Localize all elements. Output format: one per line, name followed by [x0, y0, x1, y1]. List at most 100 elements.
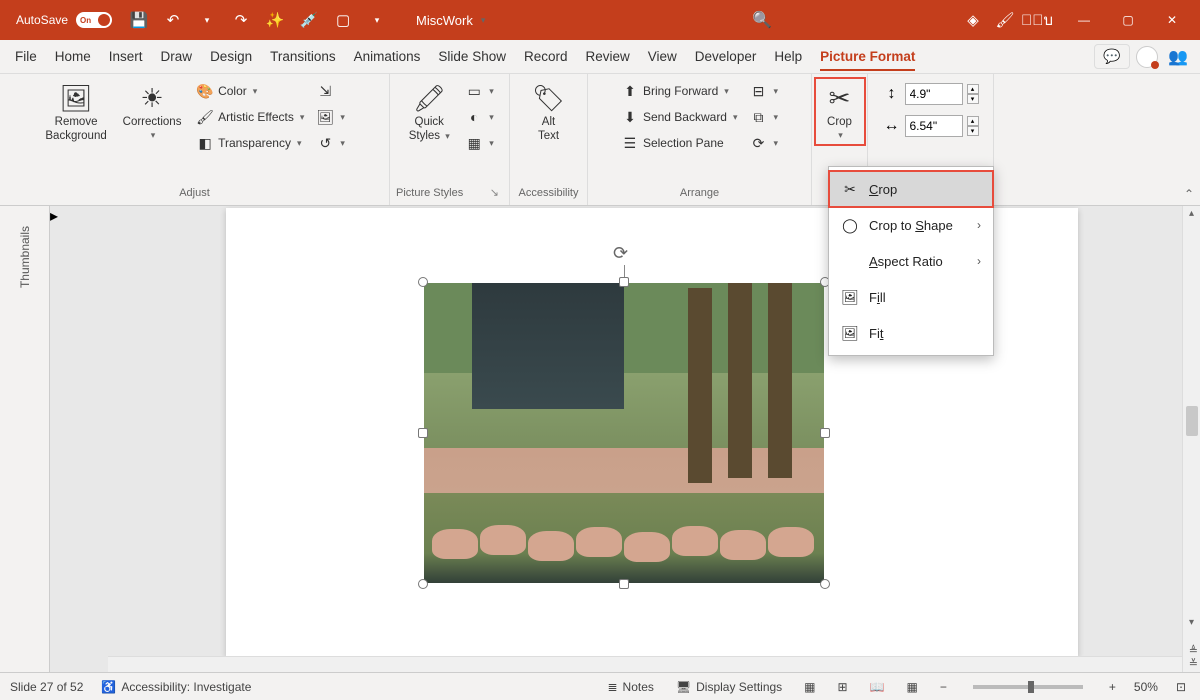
undo-icon[interactable]: ↶: [158, 5, 188, 35]
tab-picture-format[interactable]: Picture Format: [811, 40, 924, 73]
eyedropper-icon[interactable]: 💉: [294, 5, 324, 35]
save-icon[interactable]: 💾: [124, 5, 154, 35]
crop-button[interactable]: ✂ Crop ▾: [815, 78, 865, 145]
artistic-effects-button[interactable]: 🖌Artistic Effects▾: [192, 104, 308, 130]
crop-menu-fill[interactable]: 🖼 Fill: [829, 279, 993, 315]
notes-button[interactable]: ≣Notes: [603, 680, 657, 694]
account-avatar[interactable]: [1136, 46, 1158, 68]
width-down[interactable]: ▾: [967, 126, 979, 136]
view-normal-button[interactable]: ▦: [800, 680, 819, 694]
window-mode-icon[interactable]: �ับ: [1022, 5, 1052, 35]
tab-insert[interactable]: Insert: [100, 40, 152, 73]
tab-draw[interactable]: Draw: [152, 40, 202, 73]
bring-forward-button[interactable]: ⬆Bring Forward▾: [617, 78, 742, 104]
scrollbar-thumb[interactable]: [1186, 406, 1198, 436]
group-button[interactable]: ⧉▾: [746, 104, 783, 130]
tab-review[interactable]: Review: [577, 40, 639, 73]
autosave-toggle[interactable]: On: [76, 12, 112, 28]
tab-record[interactable]: Record: [515, 40, 577, 73]
tab-view[interactable]: View: [639, 40, 686, 73]
width-input[interactable]: [905, 115, 963, 137]
handle-nw[interactable]: [418, 277, 428, 287]
handle-n[interactable]: [619, 277, 629, 287]
handle-w[interactable]: [418, 428, 428, 438]
zoom-slider-knob[interactable]: [1028, 681, 1034, 693]
close-button[interactable]: ✕: [1150, 0, 1194, 40]
crop-menu-aspect[interactable]: Aspect Ratio ›: [829, 243, 993, 279]
rotate-button[interactable]: ⟳▾: [746, 130, 783, 156]
picture-effects-button[interactable]: ◐▾: [461, 104, 498, 130]
vertical-scrollbar[interactable]: ▴ ▾ ≜ ≚: [1182, 206, 1200, 672]
qat-overflow-icon[interactable]: ▾: [362, 5, 392, 35]
document-title[interactable]: MiscWork ▾: [416, 13, 485, 28]
fit-to-window-button[interactable]: ⊡: [1172, 680, 1190, 694]
corrections-button[interactable]: ☀ Corrections ▾: [116, 78, 188, 145]
selected-picture[interactable]: ⟳: [424, 283, 824, 583]
handle-e[interactable]: [820, 428, 830, 438]
zoom-out-button[interactable]: −: [936, 680, 951, 694]
tab-transitions[interactable]: Transitions: [261, 40, 345, 73]
view-reading-button[interactable]: 📖: [866, 680, 889, 694]
share-button[interactable]: 👥: [1162, 40, 1194, 73]
view-sorter-button[interactable]: ⊞: [834, 680, 852, 694]
selection-pane-button[interactable]: ☰Selection Pane: [617, 130, 742, 156]
styles-dialog-launcher[interactable]: ↘: [486, 186, 503, 203]
crop-menu-fit[interactable]: 🖼 Fit: [829, 315, 993, 351]
color-button[interactable]: 🎨Color▾: [192, 78, 308, 104]
tab-home[interactable]: Home: [46, 40, 100, 73]
designer-icon[interactable]: 🖌: [990, 5, 1020, 35]
reset-picture-button[interactable]: ↺▾: [312, 130, 349, 156]
rotation-handle[interactable]: ⟳: [613, 243, 635, 265]
quick-styles-button[interactable]: 🖍 Quick Styles ▾: [401, 78, 457, 146]
height-down[interactable]: ▾: [967, 94, 979, 104]
present-icon[interactable]: ▢: [328, 5, 358, 35]
tab-help[interactable]: Help: [765, 40, 811, 73]
transparency-button[interactable]: ◧Transparency▾: [192, 130, 308, 156]
scroll-up-icon[interactable]: ▴: [1183, 208, 1200, 219]
next-slide-button[interactable]: ≚: [1189, 657, 1198, 670]
thumbnails-pane[interactable]: Thumbnails: [0, 206, 50, 672]
handle-se[interactable]: [820, 579, 830, 589]
tab-animations[interactable]: Animations: [345, 40, 430, 73]
compress-pictures-button[interactable]: ⇲: [312, 78, 349, 104]
prev-slide-button[interactable]: ≜: [1189, 644, 1198, 657]
touch-mode-icon[interactable]: ✨: [260, 5, 290, 35]
picture-layout-button[interactable]: ▦▾: [461, 130, 498, 156]
align-button[interactable]: ⊟▾: [746, 78, 783, 104]
height-spinners: ▴▾: [967, 84, 979, 104]
thumbnails-expand-icon[interactable]: ▸: [50, 206, 58, 672]
view-slideshow-button[interactable]: ▦: [903, 680, 922, 694]
scroll-down-icon[interactable]: ▾: [1183, 617, 1200, 628]
crop-menu-shape[interactable]: ◯ Crop to Shape ›: [829, 207, 993, 243]
zoom-slider[interactable]: [973, 685, 1083, 689]
tab-file[interactable]: File: [6, 40, 46, 73]
minimize-button[interactable]: —: [1062, 0, 1106, 40]
display-settings-button[interactable]: 🖥Display Settings: [672, 680, 786, 694]
horizontal-scrollbar[interactable]: [108, 656, 1182, 672]
crop-menu-crop[interactable]: ✂ Crop: [829, 171, 993, 207]
handle-s[interactable]: [619, 579, 629, 589]
width-up[interactable]: ▴: [967, 116, 979, 126]
ribbon-collapse-button[interactable]: ⌃: [1184, 187, 1194, 201]
picture-border-button[interactable]: ▭▾: [461, 78, 498, 104]
send-backward-button[interactable]: ⬇Send Backward▾: [617, 104, 742, 130]
alt-text-button[interactable]: 🏷 Alt Text: [519, 78, 579, 146]
handle-sw[interactable]: [418, 579, 428, 589]
accessibility-status[interactable]: ♿Accessibility: Investigate: [97, 680, 255, 694]
tab-slideshow[interactable]: Slide Show: [429, 40, 515, 73]
change-picture-button[interactable]: 🖼▾: [312, 104, 349, 130]
search-icon[interactable]: 🔍: [750, 10, 774, 30]
remove-background-button[interactable]: 🖼 Remove Background: [40, 78, 112, 146]
zoom-level[interactable]: 50%: [1134, 680, 1158, 694]
zoom-in-button[interactable]: +: [1105, 680, 1120, 694]
maximize-button[interactable]: ▢: [1106, 0, 1150, 40]
height-input[interactable]: [905, 83, 963, 105]
height-up[interactable]: ▴: [967, 84, 979, 94]
undo-more-icon[interactable]: ▾: [192, 5, 222, 35]
tab-developer[interactable]: Developer: [686, 40, 766, 73]
premium-icon[interactable]: ◈: [958, 5, 988, 35]
tab-design[interactable]: Design: [201, 40, 261, 73]
comments-button[interactable]: 💬: [1094, 44, 1130, 69]
slide-indicator[interactable]: Slide 27 of 52: [10, 680, 83, 694]
redo-icon[interactable]: ↷: [226, 5, 256, 35]
